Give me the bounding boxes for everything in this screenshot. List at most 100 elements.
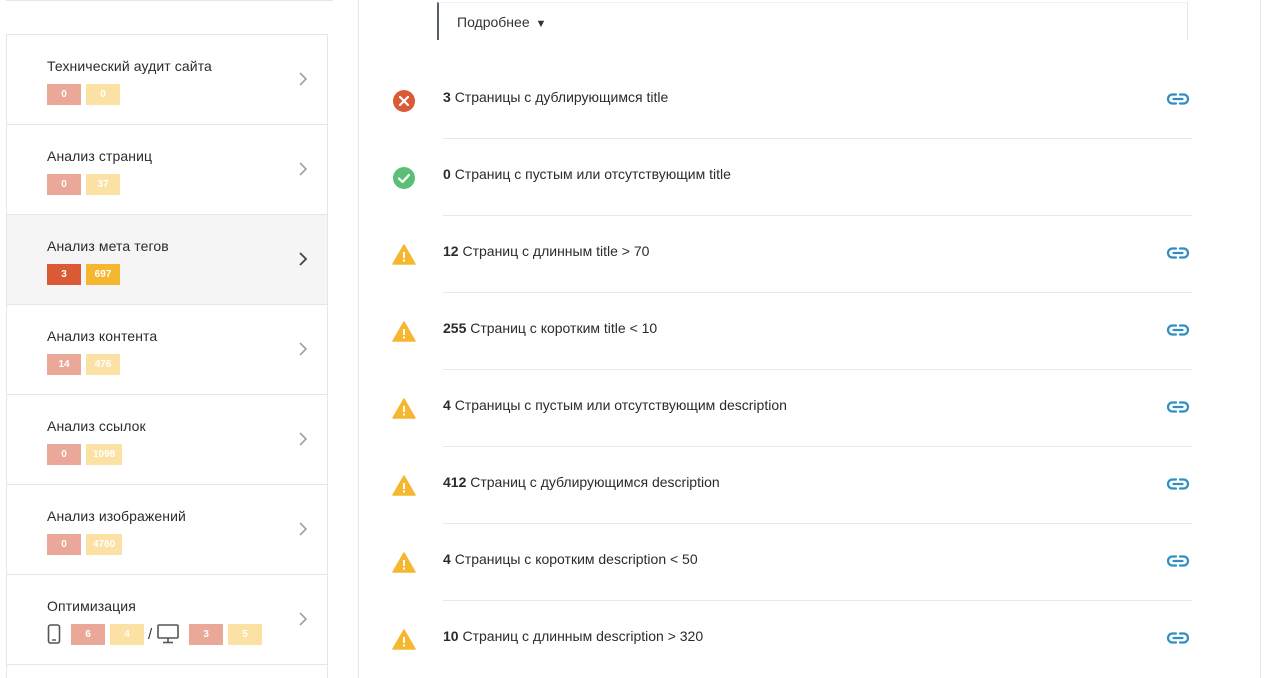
- check-count: 3: [443, 89, 451, 105]
- top-divider: [6, 0, 333, 1]
- warning-count-badge: 4760: [86, 533, 123, 555]
- check-count: 412: [443, 474, 467, 490]
- check-circle-icon: [392, 166, 416, 190]
- checks-list: 3 Страницы с дублирующимся title 0 Стран…: [359, 62, 1262, 678]
- check-description: Страниц с длинным title > 70: [462, 243, 650, 259]
- link-icon[interactable]: [1165, 629, 1191, 647]
- link-icon[interactable]: [1165, 321, 1191, 339]
- check-row: 10 Страниц с длинным description > 320: [359, 601, 1262, 678]
- warning-triangle-icon: [392, 551, 416, 575]
- check-description: Страниц с длинным description > 320: [462, 628, 704, 644]
- error-count-badge: 3: [47, 263, 81, 285]
- warning-count-badge: 476: [86, 353, 120, 375]
- sidebar-item-label: Анализ страниц: [47, 148, 153, 164]
- error-count-badge: 14: [47, 353, 81, 375]
- chevron-right-icon: [297, 341, 309, 357]
- badge-group: 0 4760: [47, 533, 327, 555]
- chevron-right-icon: [297, 431, 309, 447]
- check-description: Страниц с пустым или отсутствующим title: [454, 166, 731, 182]
- check-row: 12 Страниц с длинным title > 70: [359, 216, 1262, 293]
- triangle-down-icon: ▼: [535, 18, 547, 30]
- link-icon[interactable]: [1165, 244, 1191, 262]
- check-description: Страниц с коротким title < 10: [470, 320, 658, 336]
- sidebar: Технический аудит сайта 0 0 Анализ стран…: [6, 34, 328, 678]
- mobile-phone-icon: [47, 624, 61, 644]
- device-separator: /: [148, 625, 153, 643]
- check-text: 4 Страницы с пустым или отсутствующим de…: [443, 396, 787, 414]
- warning-count-badge: 1098: [86, 443, 123, 465]
- check-count: 4: [443, 397, 451, 413]
- check-count: 0: [443, 166, 451, 182]
- check-text: 10 Страниц с длинным description > 320: [443, 627, 703, 645]
- warning-count-badge: 697: [86, 263, 120, 285]
- badge-group: 0 37: [47, 173, 327, 195]
- error-circle-icon: [392, 89, 416, 113]
- badge-group: 14 476: [47, 353, 327, 375]
- details-label: Подробнее: [457, 14, 530, 30]
- details-toggle[interactable]: Подробнее ▼: [437, 2, 1188, 40]
- chevron-right-icon: [297, 611, 309, 627]
- error-count-badge: 0: [47, 173, 81, 195]
- sidebar-item-label: Оптимизация: [47, 598, 136, 614]
- main-panel: Подробнее ▼ 3 Страницы с дублирующимся t…: [358, 0, 1261, 678]
- sidebar-item-links-analysis[interactable]: Анализ ссылок 0 1098: [7, 395, 327, 485]
- check-row: 4 Страницы с пустым или отсутствующим de…: [359, 370, 1262, 447]
- check-count: 255: [443, 320, 467, 336]
- sidebar-item-images-analysis[interactable]: Анализ изображений 0 4760: [7, 485, 327, 575]
- chevron-right-icon: [297, 161, 309, 177]
- desktop-error-count-badge: 3: [189, 623, 224, 645]
- check-description: Страницы с дублирующимся title: [454, 89, 669, 105]
- badge-group: 0 1098: [47, 443, 327, 465]
- chevron-right-icon: [297, 71, 309, 87]
- check-description: Страниц с дублирующимся description: [470, 474, 720, 490]
- check-text: 412 Страниц с дублирующимся description: [443, 473, 720, 491]
- warning-count-badge: 0: [86, 83, 120, 105]
- desktop-warning-count-badge: 5: [228, 623, 263, 645]
- link-icon[interactable]: [1165, 398, 1191, 416]
- sidebar-item-label: Технический аудит сайта: [47, 58, 212, 74]
- check-text: 3 Страницы с дублирующимся title: [443, 88, 668, 106]
- check-row: 0 Страниц с пустым или отсутствующим tit…: [359, 139, 1262, 216]
- chevron-right-icon: [297, 251, 309, 267]
- error-count-badge: 0: [47, 533, 81, 555]
- check-description: Страницы с пустым или отсутствующим desc…: [454, 397, 787, 413]
- check-count: 4: [443, 551, 451, 567]
- chevron-right-icon: [297, 521, 309, 537]
- sidebar-item-technical-audit[interactable]: Технический аудит сайта 0 0: [7, 35, 327, 125]
- sidebar-item-page-analysis[interactable]: Анализ страниц 0 37: [7, 125, 327, 215]
- sidebar-item-content-analysis[interactable]: Анализ контента 14 476: [7, 305, 327, 395]
- badge-group: 3 697: [47, 263, 327, 285]
- error-count-badge: 0: [47, 443, 81, 465]
- check-count: 12: [443, 243, 459, 259]
- check-text: 12 Страниц с длинным title > 70: [443, 242, 649, 260]
- check-text: 0 Страниц с пустым или отсутствующим tit…: [443, 165, 731, 183]
- check-row: 255 Страниц с коротким title < 10: [359, 293, 1262, 370]
- badge-group: 0 0: [47, 83, 327, 105]
- link-icon[interactable]: [1165, 552, 1191, 570]
- desktop-monitor-icon: [157, 624, 179, 644]
- mobile-warning-count-badge: 4: [110, 623, 144, 645]
- check-row: 4 Страницы с коротким description < 50: [359, 524, 1262, 601]
- warning-triangle-icon: [392, 397, 416, 421]
- sidebar-item-label: Анализ контента: [47, 328, 158, 344]
- check-description: Страницы с коротким description < 50: [454, 551, 698, 567]
- mobile-error-count-badge: 6: [71, 623, 105, 645]
- sidebar-item-optimization[interactable]: Оптимизация 6 4 / 3 5: [7, 575, 327, 665]
- warning-triangle-icon: [392, 243, 416, 267]
- check-row: 3 Страницы с дублирующимся title: [359, 62, 1262, 139]
- warning-count-badge: 37: [86, 173, 120, 195]
- warning-triangle-icon: [392, 320, 416, 344]
- check-text: 4 Страницы с коротким description < 50: [443, 550, 698, 568]
- sidebar-item-label: Анализ изображений: [47, 508, 186, 524]
- check-text: 255 Страниц с коротким title < 10: [443, 319, 657, 337]
- warning-triangle-icon: [392, 628, 416, 652]
- sidebar-item-label: Анализ мета тегов: [47, 238, 169, 254]
- link-icon[interactable]: [1165, 90, 1191, 108]
- link-icon[interactable]: [1165, 475, 1191, 493]
- warning-triangle-icon: [392, 474, 416, 498]
- badge-group: 6 4 / 3 5: [47, 623, 327, 645]
- check-count: 10: [443, 628, 459, 644]
- error-count-badge: 0: [47, 83, 81, 105]
- sidebar-item-meta-tags[interactable]: Анализ мета тегов 3 697: [7, 215, 327, 305]
- sidebar-item-label: Анализ ссылок: [47, 418, 146, 434]
